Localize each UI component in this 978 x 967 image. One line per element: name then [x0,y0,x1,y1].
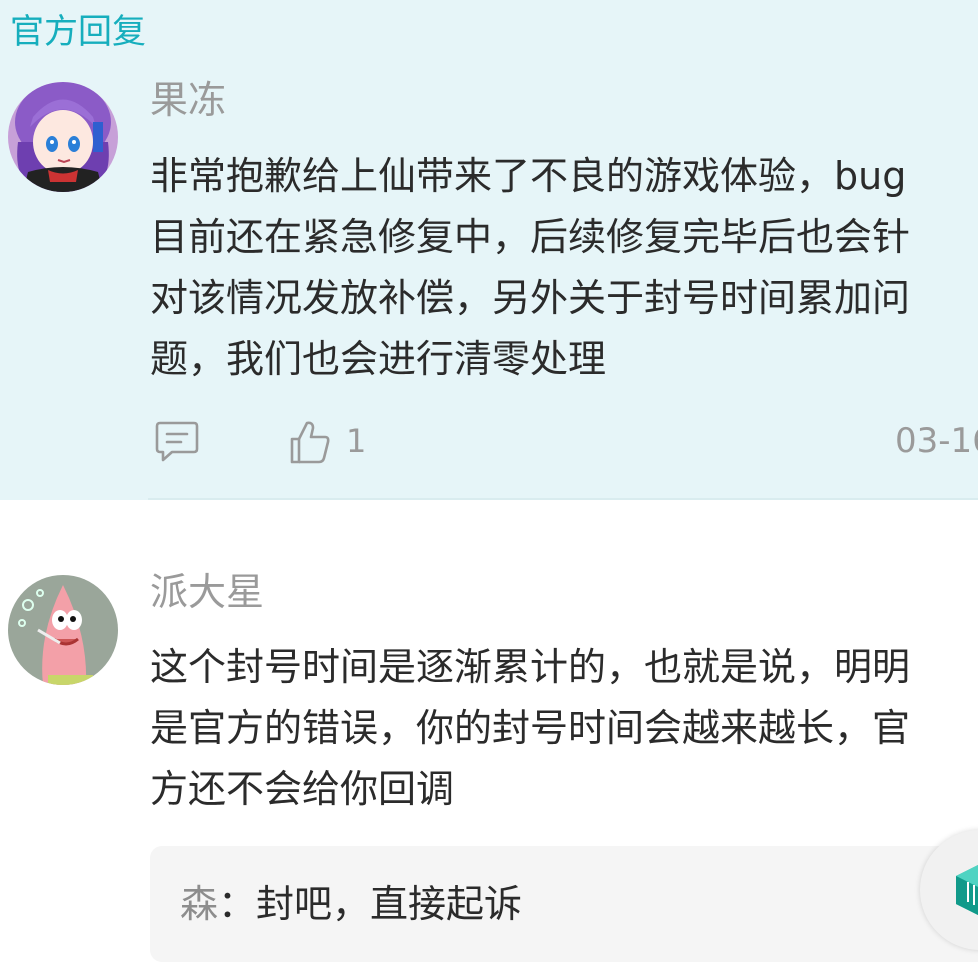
official-reply-actions: 1 03-16 [150,415,978,467]
thumbs-up-icon[interactable] [288,419,332,469]
sub-reply-text: 森：封吧，直接起诉 [180,880,522,928]
text-line: 非常抱歉给上仙带来了不良的游戏体验，bug [150,154,907,198]
comment-icon[interactable] [154,419,200,467]
sub-reply-separator: ： [218,882,257,926]
official-avatar[interactable] [8,82,118,192]
cube-icon [956,865,978,915]
sub-reply[interactable]: 森：封吧，直接起诉 [150,846,978,962]
sub-reply-author[interactable]: 森 [180,882,218,926]
official-reply-text: 非常抱歉给上仙带来了不良的游戏体验，bug 目前还在紧急修复中，后续修复完毕后也… [150,146,978,390]
comment-thread: 官方回复 果冻 非常抱歉给上仙带来了不良的游戏体验，bug 目前还在紧急修复中，… [0,0,978,967]
divider [148,498,978,500]
text-line: 方还不会给你回调 [150,767,455,811]
text-line: 题，我们也会进行清零处理 [150,337,607,381]
text-line: 是官方的错误，你的封号时间会越来越长，官 [150,706,911,750]
commenter-name[interactable]: 派大星 [150,570,264,614]
official-reply-card: 官方回复 果冻 非常抱歉给上仙带来了不良的游戏体验，bug 目前还在紧急修复中，… [0,0,978,500]
text-line: 对该情况发放补偿，另外关于封号时间累加问 [150,276,911,320]
commenter-avatar[interactable] [8,575,118,685]
like-count: 1 [346,422,367,460]
text-line: 目前还在紧急修复中，后续修复完毕后也会针 [150,215,911,259]
official-author-name[interactable]: 果冻 [150,78,226,122]
comment-text: 这个封号时间是逐渐累计的，也就是说，明明 是官方的错误，你的封号时间会越来越长，… [150,637,978,820]
sub-reply-content: 封吧，直接起诉 [256,882,523,926]
official-reply-title: 官方回复 [10,12,146,52]
text-line: 这个封号时间是逐渐累计的，也就是说，明明 [150,645,911,689]
reply-date: 03-16 [895,421,978,461]
